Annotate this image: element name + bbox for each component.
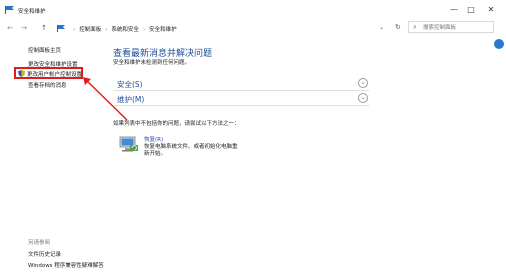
help-icon[interactable] bbox=[494, 39, 504, 49]
location-flag-icon bbox=[57, 25, 65, 32]
fix-hint-text: 如果列表中不包括你的问题，请尝试以下方法之一： bbox=[113, 121, 240, 127]
breadcrumb: › 控制面板 › 系统和安全 › 安全和维护 bbox=[69, 25, 177, 33]
recovery-description: 恢复电脑系统文件、或者初始化电脑重新开始。 bbox=[144, 144, 238, 157]
title-bar: 安全和维护 — □ ✕ bbox=[0, 0, 506, 20]
sidebar-item-file-history[interactable]: 文件历史记录 bbox=[28, 250, 61, 258]
chevron-down-icon[interactable]: ⌄ bbox=[358, 93, 368, 103]
close-button[interactable]: ✕ bbox=[483, 4, 499, 16]
highlight-box bbox=[14, 67, 83, 79]
back-arrow-icon[interactable]: ← bbox=[5, 23, 15, 33]
sidebar-item-control-panel-home[interactable]: 控制面板主页 bbox=[28, 46, 61, 54]
window-title: 安全和维护 bbox=[18, 9, 46, 15]
see-also-heading: 另请参阅 bbox=[28, 240, 51, 246]
refresh-icon[interactable]: ↻ bbox=[395, 23, 401, 31]
breadcrumb-item-security-maintenance[interactable]: 安全和维护 bbox=[149, 27, 177, 33]
minimize-button[interactable]: — bbox=[446, 4, 462, 16]
search-icon: ⌕ bbox=[413, 23, 417, 31]
search-box[interactable]: ⌕ bbox=[408, 21, 494, 33]
breadcrumb-separator: › bbox=[105, 27, 108, 33]
recovery-link[interactable]: 恢复(R) bbox=[144, 135, 163, 143]
section-security-label: 安全(S) bbox=[117, 80, 143, 89]
maximize-button[interactable]: □ bbox=[463, 4, 479, 16]
section-security[interactable]: 安全(S) ⌄ bbox=[113, 77, 369, 91]
forward-arrow-icon[interactable]: → bbox=[19, 23, 29, 33]
security-flag-icon bbox=[5, 6, 14, 14]
breadcrumb-separator: › bbox=[142, 27, 146, 33]
up-arrow-icon[interactable]: ↑ bbox=[39, 23, 49, 33]
breadcrumb-item-control-panel[interactable]: 控制面板 bbox=[79, 27, 101, 33]
recovery-icon[interactable] bbox=[117, 133, 139, 155]
search-input[interactable] bbox=[423, 23, 493, 32]
section-maintenance[interactable]: 维护(M) ⌄ bbox=[113, 92, 369, 106]
breadcrumb-separator: › bbox=[73, 27, 76, 33]
section-maintenance-label: 维护(M) bbox=[117, 95, 145, 104]
sidebar-item-view-archived-messages[interactable]: 查看存档的消息 bbox=[28, 81, 67, 89]
chevron-down-icon[interactable]: ⌄ bbox=[358, 78, 368, 88]
status-message: 安全和维护未检测到任何问题。 bbox=[113, 60, 191, 66]
address-dropdown-icon[interactable]: ⌄ bbox=[379, 24, 384, 31]
sidebar-item-compat-troubleshooter[interactable]: Windows 程序兼容性疑难解答 bbox=[28, 261, 104, 269]
breadcrumb-item-system-security[interactable]: 系统和安全 bbox=[111, 27, 139, 33]
